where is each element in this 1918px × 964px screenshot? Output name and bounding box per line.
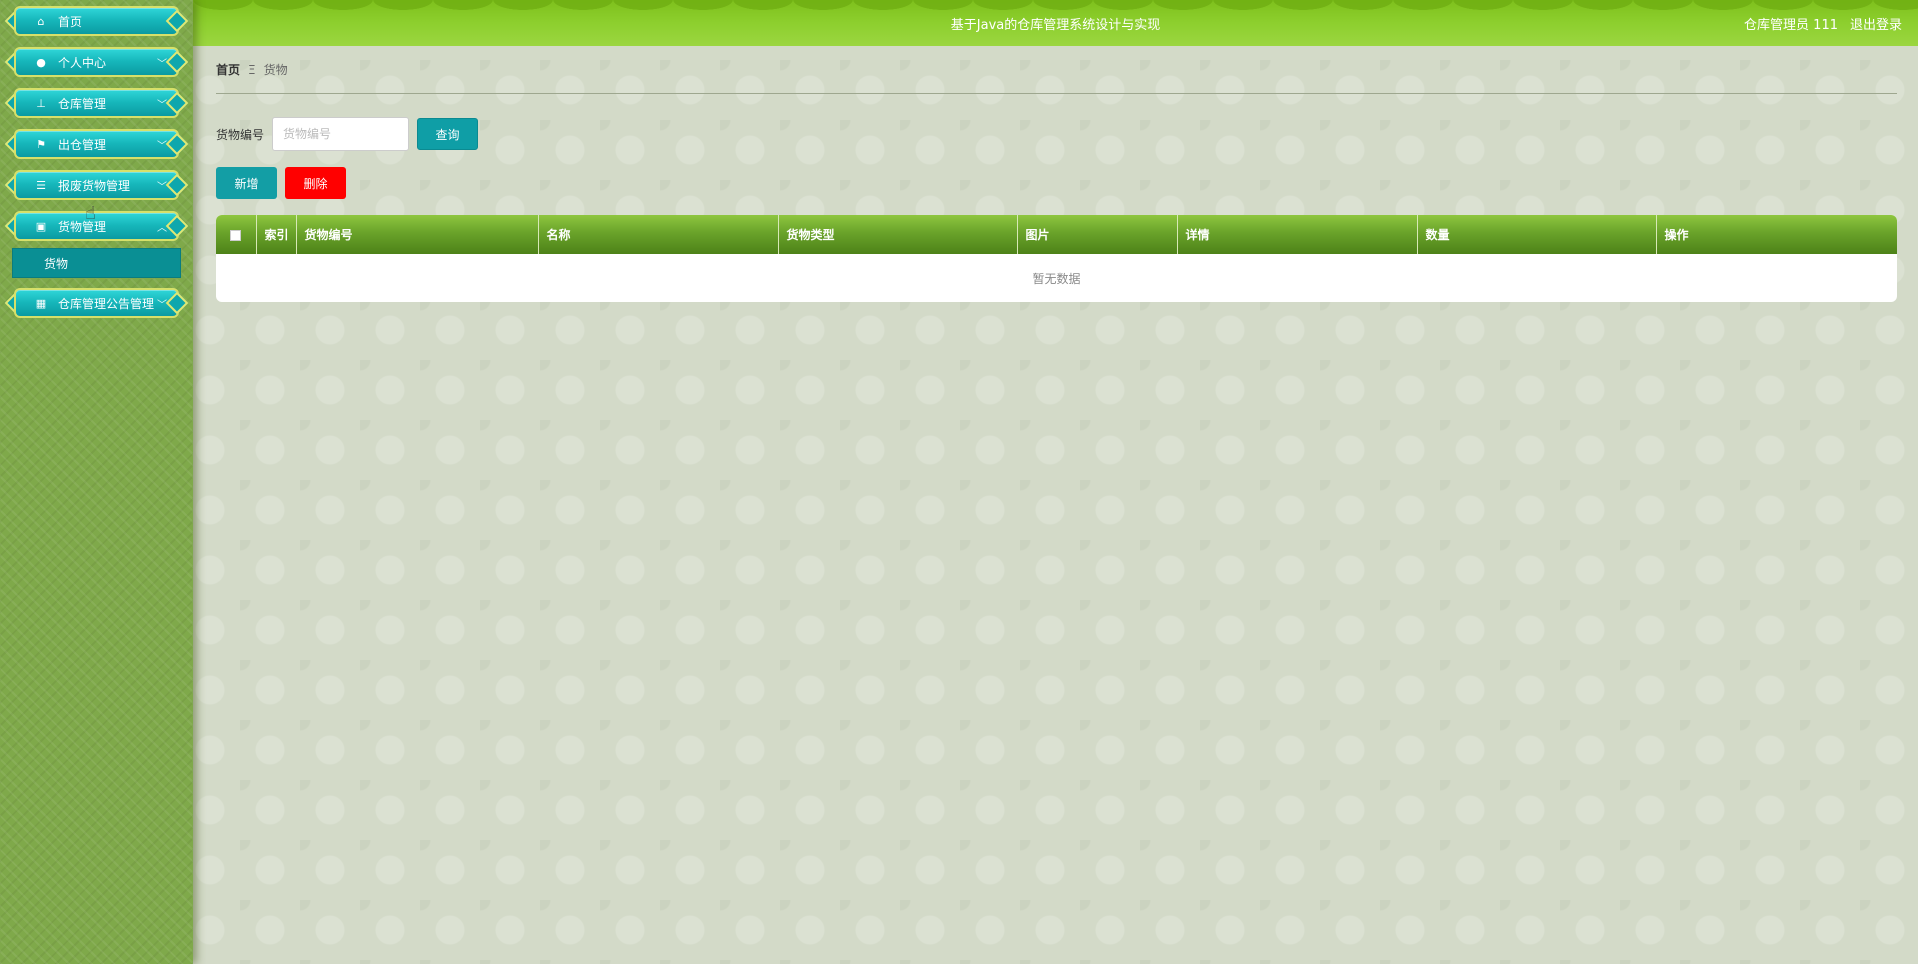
person-icon: ● bbox=[36, 55, 46, 69]
sidebar-menu: ⌂ 首页 ● 个人中心 ﹀ ⊥ 仓库管理 ﹀ ⚑ 出仓管理 ﹀ ☰ 报废货物管理… bbox=[0, 0, 193, 319]
column-header-details: 详情 bbox=[1177, 215, 1418, 254]
search-label: 货物编号 bbox=[216, 127, 265, 142]
main-content: 首页 Ξ 货物 货物编号 查询 新增 删除 索引 货物编号 名称 bbox=[216, 46, 1897, 302]
select-all-checkbox[interactable] bbox=[230, 229, 242, 241]
breadcrumb-home[interactable]: 首页 bbox=[216, 61, 240, 78]
goods-table: 索引 货物编号 名称 货物类型 图片 详情 数量 操作 暂无数据 bbox=[216, 215, 1897, 302]
empty-text: 暂无数据 bbox=[1032, 271, 1081, 286]
sidebar-item-scrap-goods[interactable]: ☰ 报废货物管理 ﹀ bbox=[4, 168, 189, 201]
breadcrumb-separator: Ξ bbox=[248, 62, 256, 77]
sidebar-item-goods-management[interactable]: ▣ 货物管理 ︿ bbox=[4, 209, 189, 242]
logout-link[interactable]: 退出登录 bbox=[1850, 14, 1902, 33]
sidebar-item-goods-management-pill[interactable]: ▣ 货物管理 ︿ bbox=[14, 211, 179, 241]
query-button[interactable]: 查询 bbox=[417, 118, 479, 150]
sidebar-item-personal-center-pill[interactable]: ● 个人中心 ﹀ bbox=[14, 47, 179, 77]
column-header-name[interactable]: 名称 bbox=[538, 215, 779, 254]
sidebar-subitem-label: 货物 bbox=[44, 256, 69, 271]
top-header: 基于Java的仓库管理系统设计与实现 仓库管理员 111 退出登录 bbox=[193, 0, 1918, 46]
sidebar-item-warehouse-pill[interactable]: ⊥ 仓库管理 ﹀ bbox=[14, 88, 179, 118]
sidebar-item-home-pill[interactable]: ⌂ 首页 bbox=[14, 6, 179, 36]
column-header-quantity[interactable]: 数量 bbox=[1417, 215, 1657, 254]
hand-cursor-icon: ☝ bbox=[85, 203, 96, 224]
clipboard-icon: ▣ bbox=[35, 219, 47, 233]
breadcrumb: 首页 Ξ 货物 bbox=[216, 46, 1897, 94]
sidebar-subitem-goods[interactable]: 货物 bbox=[12, 248, 181, 278]
column-header-actions: 操作 bbox=[1656, 215, 1897, 254]
search-bar: 货物编号 查询 bbox=[216, 117, 1897, 151]
sidebar: ⌂ 首页 ● 个人中心 ﹀ ⊥ 仓库管理 ﹀ ⚑ 出仓管理 ﹀ ☰ 报废货物管理… bbox=[0, 0, 193, 964]
table-empty-row: 暂无数据 bbox=[216, 254, 1897, 302]
select-all-cell bbox=[216, 215, 257, 254]
sidebar-item-personal-center[interactable]: ● 个人中心 ﹀ bbox=[4, 45, 189, 78]
app-title: 基于Java的仓库管理系统设计与实现 bbox=[950, 18, 1161, 33]
column-header-goods-type[interactable]: 货物类型 bbox=[778, 215, 1018, 254]
flag-icon: ⚑ bbox=[36, 137, 46, 151]
sidebar-item-outbound-pill[interactable]: ⚑ 出仓管理 ﹀ bbox=[14, 129, 179, 159]
breadcrumb-current: 货物 bbox=[263, 63, 288, 77]
sidebar-item-label: 报废货物管理 bbox=[58, 178, 131, 193]
add-button[interactable]: 新增 bbox=[216, 167, 277, 199]
column-header-goods-number[interactable]: 货物编号 bbox=[296, 215, 539, 254]
home-icon: ⌂ bbox=[37, 14, 45, 28]
user-stamp-icon: ⊥ bbox=[36, 96, 46, 110]
list-icon: ☰ bbox=[36, 178, 46, 192]
sidebar-item-warehouse[interactable]: ⊥ 仓库管理 ﹀ bbox=[4, 86, 189, 119]
table-header-row: 索引 货物编号 名称 货物类型 图片 详情 数量 操作 bbox=[216, 215, 1897, 254]
sidebar-item-label: 仓库管理 bbox=[58, 96, 107, 111]
sidebar-item-label: 仓库管理公告管理 bbox=[58, 296, 155, 311]
sidebar-item-announcement[interactable]: ▦ 仓库管理公告管理 ﹀ bbox=[4, 286, 189, 319]
sidebar-item-outbound[interactable]: ⚑ 出仓管理 ﹀ bbox=[4, 127, 189, 160]
sidebar-item-label: 首页 bbox=[58, 14, 83, 29]
sidebar-item-home[interactable]: ⌂ 首页 bbox=[4, 4, 189, 37]
sidebar-item-announcement-pill[interactable]: ▦ 仓库管理公告管理 ﹀ bbox=[14, 288, 179, 318]
delete-button[interactable]: 删除 bbox=[285, 167, 346, 199]
sidebar-item-scrap-goods-pill[interactable]: ☰ 报废货物管理 ﹀ bbox=[14, 170, 179, 200]
sidebar-item-label: 货物管理 bbox=[58, 219, 107, 234]
column-header-index: 索引 bbox=[256, 215, 297, 254]
action-bar: 新增 删除 bbox=[216, 167, 1897, 199]
grid-icon: ▦ bbox=[35, 296, 47, 310]
sidebar-item-label: 个人中心 bbox=[58, 55, 107, 70]
current-user: 仓库管理员 111 bbox=[1744, 18, 1838, 33]
goods-number-input[interactable] bbox=[272, 117, 410, 151]
sidebar-item-label: 出仓管理 bbox=[58, 137, 107, 152]
column-header-image: 图片 bbox=[1017, 215, 1178, 254]
header-wave-decoration bbox=[193, 0, 1918, 10]
